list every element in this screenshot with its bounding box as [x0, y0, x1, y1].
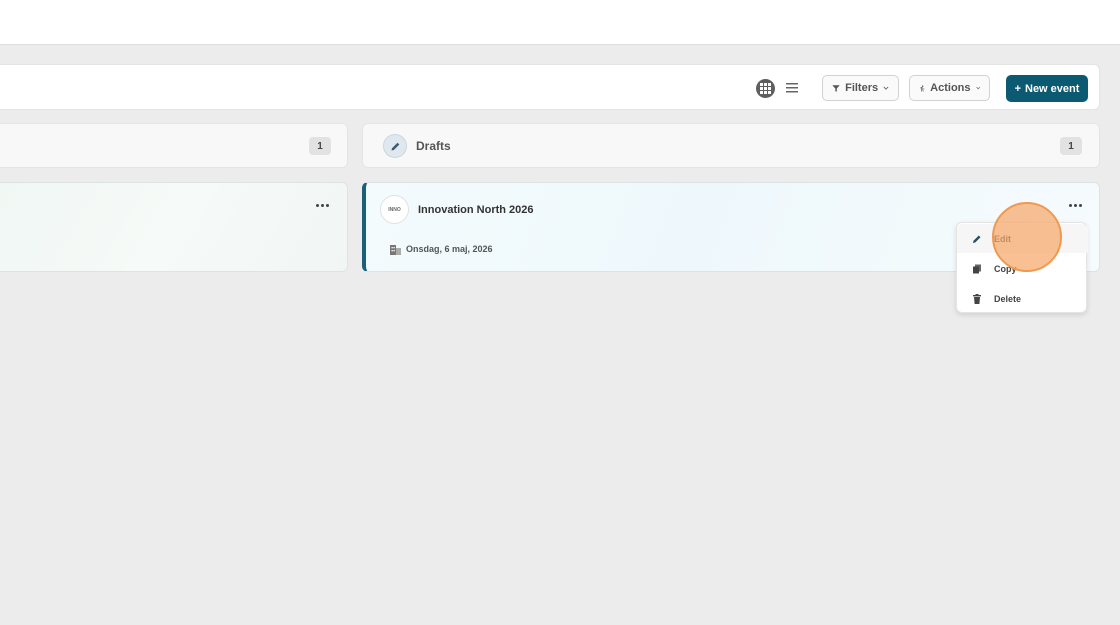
actions-label: Actions — [930, 82, 971, 94]
chevron-down-icon — [883, 86, 889, 90]
menu-item-copy[interactable]: Copy — [957, 254, 1088, 283]
actions-button[interactable]: Actions — [909, 75, 990, 101]
trash-icon — [973, 293, 981, 304]
top-bar — [0, 0, 1120, 45]
new-event-button[interactable]: + New event — [1006, 75, 1088, 102]
more-options-icon[interactable] — [1067, 200, 1083, 210]
more-options-icon[interactable] — [314, 200, 330, 210]
events-toolbar: Filters Actions + New event — [0, 64, 1100, 110]
pencil-icon — [383, 134, 407, 158]
event-title[interactable]: Innovation North 2026 — [418, 204, 534, 216]
copy-icon — [973, 264, 981, 273]
menu-item-label: Edit — [994, 233, 1011, 244]
column-count-badge: 1 — [309, 137, 331, 155]
list-icon — [786, 83, 798, 93]
filters-button[interactable]: Filters — [822, 75, 899, 101]
filter-icon — [832, 84, 840, 92]
menu-item-delete[interactable]: Delete — [957, 284, 1088, 313]
event-logo: INNO — [380, 195, 409, 224]
menu-item-label: Delete — [994, 293, 1022, 304]
menu-item-label: Copy — [994, 263, 1017, 274]
building-icon — [390, 245, 401, 255]
chevron-down-icon — [975, 86, 980, 90]
running-person-icon — [920, 85, 925, 92]
event-context-menu: Edit Copy Delete — [956, 222, 1088, 313]
pencil-icon — [973, 235, 981, 243]
column-header-left: 1 — [0, 123, 348, 168]
event-card[interactable] — [0, 182, 348, 272]
event-date: Onsdag, 6 maj, 2026 — [406, 244, 493, 254]
list-view-toggle[interactable] — [783, 80, 801, 96]
menu-item-edit[interactable]: Edit — [957, 224, 1088, 253]
grid-view-toggle[interactable] — [756, 79, 775, 98]
column-count-badge: 1 — [1060, 137, 1082, 155]
grid-icon — [760, 83, 771, 94]
column-title: Drafts — [416, 139, 451, 153]
plus-icon: + — [1014, 82, 1021, 95]
new-event-label: New event — [1025, 82, 1080, 95]
filters-label: Filters — [845, 82, 879, 94]
column-header-drafts: Drafts 1 — [362, 123, 1100, 168]
